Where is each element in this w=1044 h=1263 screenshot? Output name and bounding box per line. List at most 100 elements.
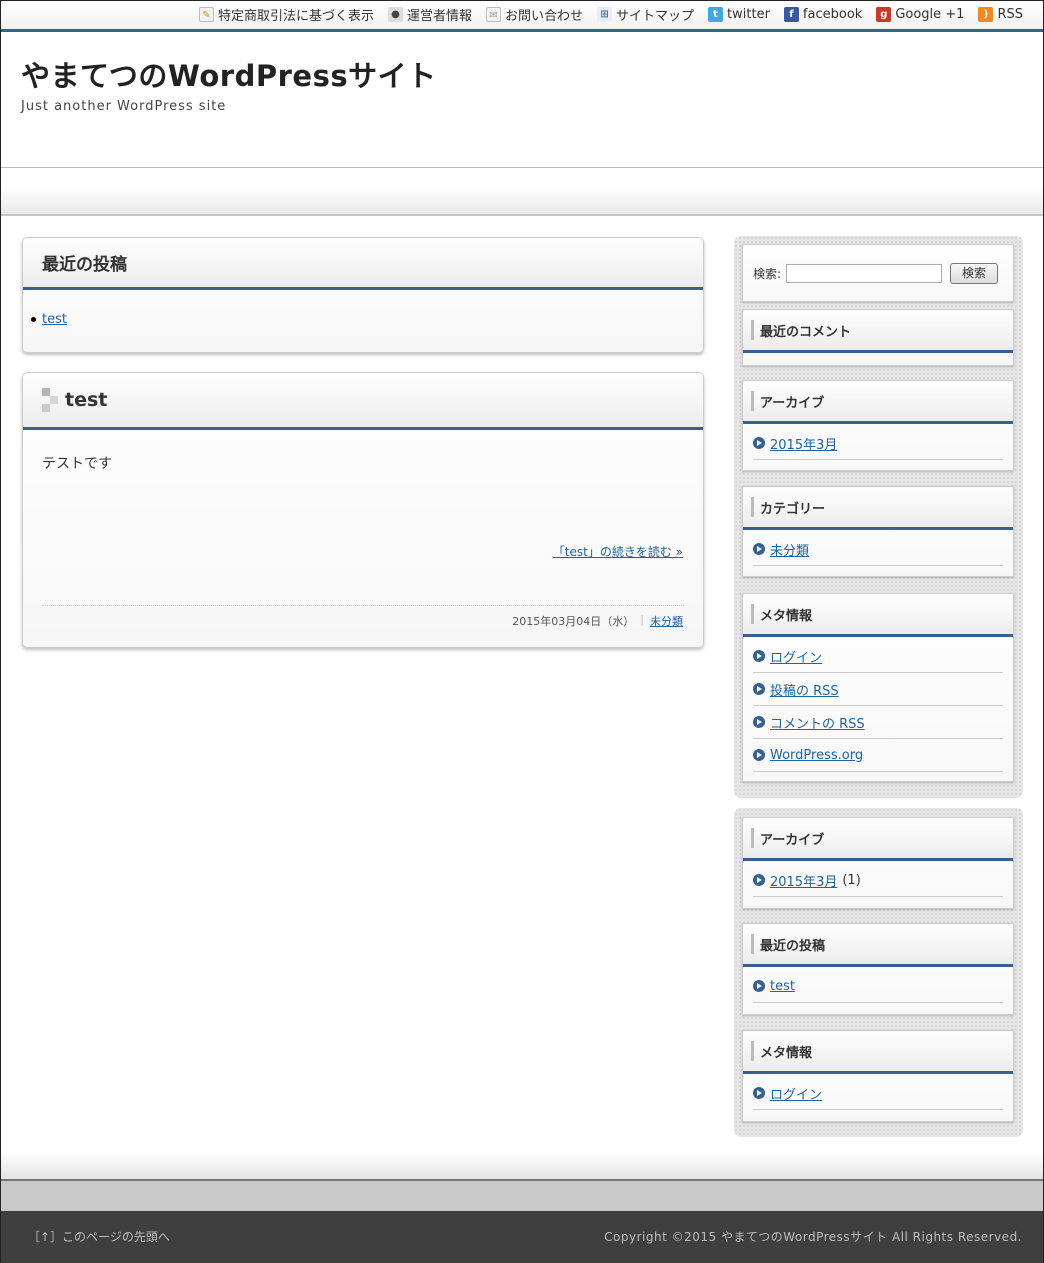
widget-title: 最近のコメント	[760, 324, 852, 340]
arrow-circle-icon	[753, 437, 765, 449]
widget-header: アーカイブ	[743, 381, 1013, 424]
widget-header: カテゴリー	[743, 487, 1013, 530]
list-item: ログイン	[753, 1077, 1003, 1110]
topnav-rss[interactable]: ) RSS	[978, 5, 1023, 24]
archive-widget-2: アーカイブ 2015年3月 (1)	[742, 817, 1014, 909]
arrow-circle-icon	[753, 650, 765, 662]
widget-header: 最近の投稿	[743, 924, 1013, 967]
twitter-icon: t	[708, 7, 724, 22]
search-widget: 検索: 検索	[742, 244, 1014, 302]
archive-list: 2015年3月	[753, 427, 1003, 460]
nav-band	[1, 168, 1043, 216]
arrow-circle-icon	[753, 1087, 765, 1099]
post-separator	[42, 605, 684, 606]
list-item: test	[31, 312, 67, 327]
list-item: 2015年3月 (1)	[753, 864, 1003, 897]
site-title[interactable]: やまてつのWordPressサイト	[21, 53, 437, 95]
topnav-operator[interactable]: ● 運営者情報	[387, 5, 472, 24]
topnav-label: twitter	[727, 7, 770, 22]
topnav-label: サイトマップ	[616, 9, 695, 24]
footer-gray-strip	[1, 1181, 1043, 1211]
login-link[interactable]: ログイン	[770, 647, 822, 666]
recent-post-link[interactable]: test	[42, 312, 67, 327]
widget-title: アーカイブ	[760, 395, 825, 411]
post-date: 2015年03月04日（水）	[512, 615, 635, 628]
footer-band	[1, 1151, 1043, 1181]
topnav-label: お問い合わせ	[505, 9, 584, 24]
topnav-label: facebook	[802, 7, 863, 22]
widget-title: メタ情報	[760, 1045, 813, 1061]
list-item: 2015年3月	[753, 427, 1003, 460]
list-item: コメントの RSS	[753, 706, 1003, 739]
widget-title: メタ情報	[760, 608, 813, 624]
widget-header: メタ情報	[743, 594, 1013, 637]
recent-list: test	[753, 970, 1003, 1003]
archive-count: (1)	[842, 872, 861, 888]
topnav-label: RSS	[997, 7, 1023, 22]
arrow-circle-icon	[753, 749, 765, 761]
site-description: Just another WordPress site	[21, 99, 227, 114]
categories-list: 未分類	[753, 533, 1003, 566]
categories-widget: カテゴリー 未分類	[742, 486, 1014, 577]
list-item: 未分類	[753, 533, 1003, 566]
post-title-icon	[42, 388, 60, 412]
search-input[interactable]	[786, 263, 943, 283]
topnav-label: 運営者情報	[406, 9, 472, 24]
list-item: WordPress.org	[753, 739, 1003, 772]
facebook-icon: f	[783, 7, 799, 22]
post-meta: 2015年03月04日（水） | 未分類	[512, 613, 683, 629]
arrow-circle-icon	[753, 683, 765, 695]
google-plus-icon: g	[876, 7, 892, 22]
posts-rss-link[interactable]: 投稿の RSS	[770, 680, 839, 699]
search-label: 検索:	[753, 266, 782, 281]
sidebar-primary: 検索: 検索 最近のコメント アーカイブ 2015年3月 カテゴリー 未分類 メ…	[734, 236, 1023, 798]
recent-posts-title: 最近の投稿	[23, 238, 703, 290]
person-icon: ●	[387, 7, 403, 22]
topnav-label: 特定商取引法に基づく表示	[217, 9, 374, 24]
meta-widget: メタ情報 ログイン 投稿の RSS コメントの RSS WordPress.or…	[742, 593, 1014, 782]
memo-icon: ✎	[198, 7, 214, 22]
top-nav: ✎ 特定商取引法に基づく表示 ● 運営者情報 ✉ お問い合わせ ⊞ サイトマップ…	[198, 5, 1023, 24]
recent-posts-box: 最近の投稿 test	[22, 237, 704, 353]
comments-rss-link[interactable]: コメントの RSS	[770, 713, 865, 732]
top-bar: ✎ 特定商取引法に基づく表示 ● 運営者情報 ✉ お問い合わせ ⊞ サイトマップ…	[1, 1, 1043, 32]
archive-list: 2015年3月 (1)	[753, 864, 1003, 897]
back-to-top-link[interactable]: ［↑］このページの先頭へ	[28, 1228, 170, 1245]
recent-post-link[interactable]: test	[770, 979, 795, 994]
topnav-facebook[interactable]: f facebook	[783, 5, 863, 24]
post-header: test	[23, 373, 703, 430]
topnav-sitemap[interactable]: ⊞ サイトマップ	[597, 5, 694, 24]
topnav-tokusho[interactable]: ✎ 特定商取引法に基づく表示	[198, 5, 374, 24]
widget-title: アーカイブ	[760, 832, 825, 848]
recent-posts-widget: 最近の投稿 test	[742, 923, 1014, 1015]
list-item: test	[753, 970, 1003, 1003]
widget-header: メタ情報	[743, 1031, 1013, 1074]
post-title[interactable]: test	[65, 389, 107, 411]
sitemap-icon: ⊞	[597, 7, 613, 22]
category-link[interactable]: 未分類	[770, 540, 809, 559]
read-more-link[interactable]: 「test」の続きを読む »	[553, 543, 683, 560]
arrow-circle-icon	[753, 716, 765, 728]
post-body: テストです	[42, 456, 112, 472]
meta-list: ログイン	[753, 1077, 1003, 1110]
archive-widget: アーカイブ 2015年3月	[742, 380, 1014, 471]
recent-comments-widget: 最近のコメント	[742, 309, 1014, 366]
topnav-contact[interactable]: ✉ お問い合わせ	[486, 5, 583, 24]
topnav-twitter[interactable]: t twitter	[708, 5, 770, 24]
copyright: Copyright ©2015 やまてつのWordPressサイト All Ri…	[604, 1230, 1022, 1244]
meta-divider: |	[640, 613, 644, 626]
post-category-link[interactable]: 未分類	[650, 613, 683, 629]
arrow-circle-icon	[753, 874, 765, 886]
list-item: ログイン	[753, 640, 1003, 673]
footer: ［↑］このページの先頭へ Copyright ©2015 やまてつのWordPr…	[1, 1211, 1043, 1263]
search-button[interactable]: 検索	[950, 262, 999, 284]
post-box: test テストです 「test」の続きを読む » 2015年03月04日（水）…	[22, 372, 704, 648]
archive-link[interactable]: 2015年3月	[770, 434, 837, 453]
login-link[interactable]: ログイン	[770, 1084, 822, 1103]
topnav-google[interactable]: g Google +1	[876, 5, 964, 24]
rss-icon: )	[978, 7, 994, 22]
widget-header: アーカイブ	[743, 818, 1013, 861]
wordpress-org-link[interactable]: WordPress.org	[770, 748, 863, 763]
archive-link[interactable]: 2015年3月	[770, 871, 837, 890]
widget-header: 最近のコメント	[743, 310, 1013, 353]
